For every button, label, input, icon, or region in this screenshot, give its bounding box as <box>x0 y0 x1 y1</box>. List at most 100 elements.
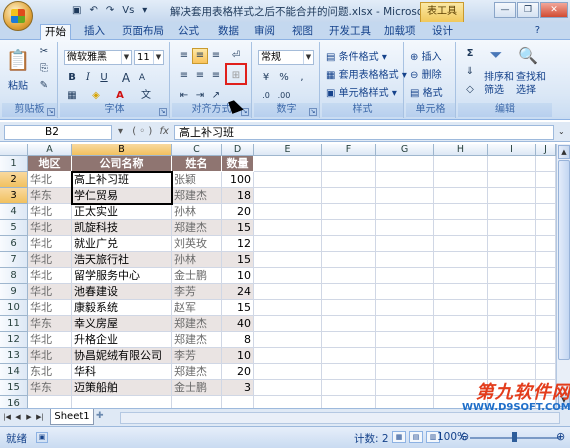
empty-cell[interactable] <box>536 156 556 172</box>
grow-font-button[interactable]: A <box>118 70 134 86</box>
empty-cell[interactable] <box>376 332 434 348</box>
table-cell[interactable]: 李芳 <box>172 284 222 300</box>
format-cells-button[interactable]: ▤ 格式 <box>410 84 443 99</box>
borders-icon[interactable]: ▦ <box>64 88 80 104</box>
empty-cell[interactable] <box>376 316 434 332</box>
number-launcher-icon[interactable]: ↘ <box>309 108 317 116</box>
column-header[interactable]: A <box>28 144 72 156</box>
table-cell[interactable]: 18 <box>222 188 254 204</box>
empty-cell[interactable] <box>322 172 376 188</box>
empty-cell[interactable] <box>488 332 536 348</box>
empty-cell[interactable] <box>254 316 322 332</box>
align-center-icon[interactable]: ≡ <box>192 68 208 84</box>
normal-view-icon[interactable]: ▦ <box>392 431 406 443</box>
empty-cell[interactable] <box>536 204 556 220</box>
align-top-icon[interactable]: ≡ <box>176 48 192 64</box>
font-name-select[interactable]: 微软雅黑 ▼ <box>64 50 132 65</box>
empty-cell[interactable] <box>536 172 556 188</box>
format-painter-icon[interactable]: ✎ <box>36 78 52 94</box>
table-cell[interactable]: 郑建杰 <box>172 332 222 348</box>
resize-handle-icon[interactable]: ( ◦ ) <box>132 126 152 137</box>
empty-cell[interactable] <box>536 284 556 300</box>
empty-cell[interactable] <box>434 188 488 204</box>
table-cell[interactable]: 华北 <box>28 332 72 348</box>
table-cell[interactable]: 郑建杰 <box>172 316 222 332</box>
empty-cell[interactable] <box>434 268 488 284</box>
sort-filter-button-line2[interactable]: 筛选 <box>484 81 504 96</box>
empty-cell[interactable] <box>488 236 536 252</box>
currency-icon[interactable]: ¥ <box>258 70 274 86</box>
table-cell[interactable]: 浩天旅行社 <box>72 252 172 268</box>
empty-cell[interactable] <box>488 316 536 332</box>
tab-data[interactable]: 数据 <box>214 24 243 40</box>
maximize-icon[interactable]: ❐ <box>517 2 539 18</box>
empty-cell[interactable] <box>322 348 376 364</box>
empty-cell[interactable] <box>254 252 322 268</box>
row-header[interactable]: 9 <box>0 284 28 300</box>
autosum-button[interactable]: Σ <box>462 46 478 62</box>
scroll-thumb[interactable] <box>558 160 570 360</box>
tab-home[interactable]: 开始 <box>40 24 71 41</box>
empty-cell[interactable] <box>488 252 536 268</box>
empty-cell[interactable] <box>254 188 322 204</box>
table-cell[interactable]: 15 <box>222 300 254 316</box>
horizontal-scrollbar[interactable] <box>120 412 560 424</box>
empty-cell[interactable] <box>322 364 376 380</box>
empty-cell[interactable] <box>536 332 556 348</box>
column-header[interactable]: J <box>536 144 556 156</box>
page-layout-view-icon[interactable]: ▤ <box>409 431 423 443</box>
sort-filter-icon[interactable]: ⏷ <box>484 44 508 66</box>
empty-cell[interactable] <box>254 172 322 188</box>
increase-decimal-icon[interactable]: .0 <box>258 88 274 104</box>
empty-cell[interactable] <box>376 252 434 268</box>
insert-cells-button[interactable]: ⊕ 插入 <box>410 48 442 63</box>
empty-cell[interactable] <box>434 300 488 316</box>
empty-cell[interactable] <box>376 220 434 236</box>
empty-cell[interactable] <box>376 204 434 220</box>
expand-formula-icon[interactable]: ⌄ <box>558 127 565 136</box>
table-cell[interactable]: 华北 <box>28 300 72 316</box>
row-header[interactable]: 1 <box>0 156 28 172</box>
table-cell[interactable]: 华北 <box>28 204 72 220</box>
empty-cell[interactable] <box>322 220 376 236</box>
help-icon[interactable]: ? <box>535 25 540 36</box>
row-header[interactable]: 6 <box>0 236 28 252</box>
empty-cell[interactable] <box>488 268 536 284</box>
table-cell[interactable]: 留学服务中心 <box>72 268 172 284</box>
empty-cell[interactable] <box>488 156 536 172</box>
row-header[interactable]: 8 <box>0 268 28 284</box>
column-header[interactable]: H <box>434 144 488 156</box>
table-cell[interactable]: 孙林 <box>172 252 222 268</box>
table-cell[interactable]: 华北 <box>28 236 72 252</box>
empty-cell[interactable] <box>488 188 536 204</box>
row-header[interactable]: 13 <box>0 348 28 364</box>
table-cell[interactable]: 金士鹏 <box>172 268 222 284</box>
table-cell[interactable]: 迈策船舶 <box>72 380 172 396</box>
align-right-icon[interactable]: ≡ <box>208 68 224 84</box>
empty-cell[interactable] <box>434 348 488 364</box>
empty-cell[interactable] <box>254 220 322 236</box>
zoom-out-icon[interactable]: ⊖ <box>460 430 469 443</box>
table-cell[interactable]: 赵军 <box>172 300 222 316</box>
empty-cell[interactable] <box>254 380 322 396</box>
decrease-indent-icon[interactable]: ⇤ <box>176 88 192 104</box>
column-header[interactable]: E <box>254 144 322 156</box>
table-cell[interactable]: 东北 <box>28 364 72 380</box>
table-header-cell[interactable]: 姓名 <box>172 156 222 172</box>
column-header[interactable]: G <box>376 144 434 156</box>
table-cell[interactable]: 郑建杰 <box>172 188 222 204</box>
empty-cell[interactable] <box>254 348 322 364</box>
row-header[interactable]: 11 <box>0 316 28 332</box>
empty-cell[interactable] <box>322 316 376 332</box>
table-cell[interactable]: 协昌妮绒有限公司 <box>72 348 172 364</box>
empty-cell[interactable] <box>434 220 488 236</box>
empty-cell[interactable] <box>376 188 434 204</box>
empty-cell[interactable] <box>434 204 488 220</box>
table-cell[interactable]: 40 <box>222 316 254 332</box>
name-box[interactable]: B2 <box>4 125 112 140</box>
table-header-cell[interactable]: 公司名称 <box>72 156 172 172</box>
cell-styles-button[interactable]: ▣ 单元格样式 ▾ <box>326 84 397 99</box>
format-as-table-button[interactable]: ▦ 套用表格格式 ▾ <box>326 66 407 81</box>
empty-cell[interactable] <box>376 236 434 252</box>
table-cell[interactable]: 金士鹏 <box>172 380 222 396</box>
